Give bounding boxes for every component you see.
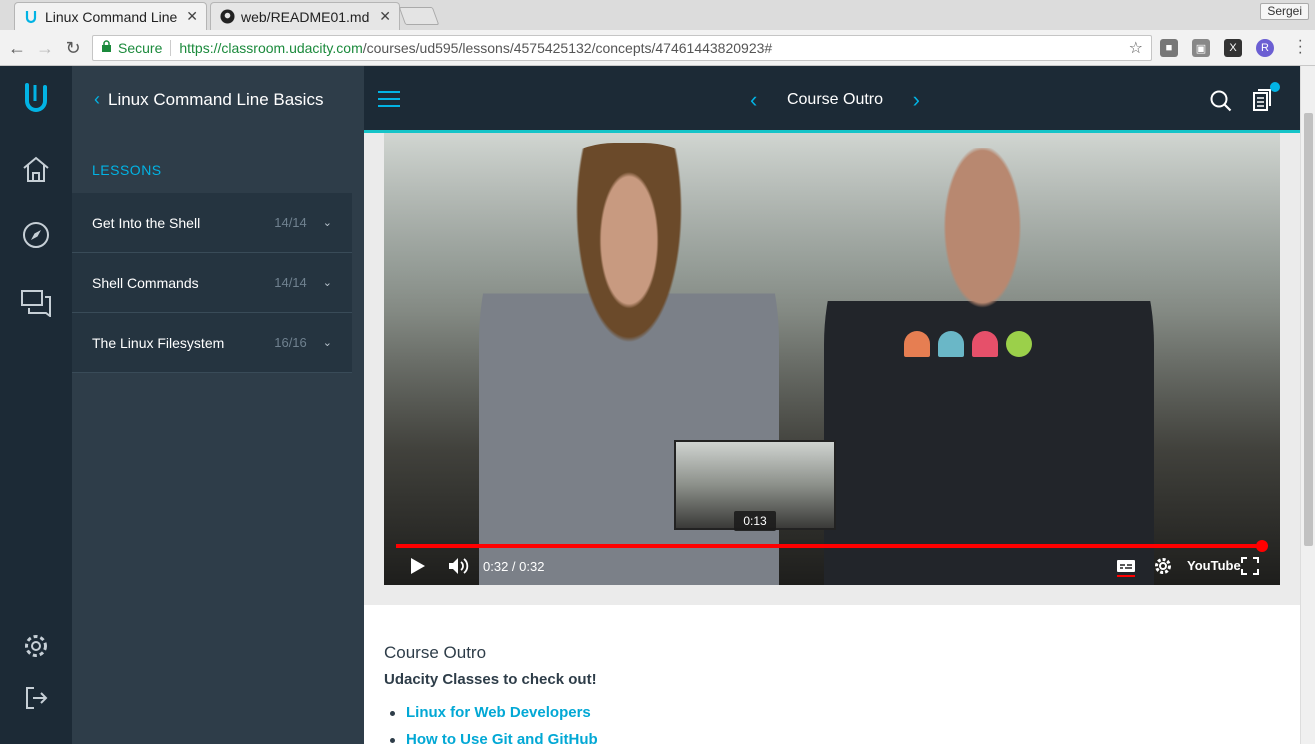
icon-rail <box>0 66 72 744</box>
lesson-name: The Linux Filesystem <box>92 334 225 351</box>
progress-fill <box>396 544 1262 548</box>
concept-topbar: ‹ Course Outro › <box>364 66 1300 133</box>
video-person-right <box>824 148 1154 585</box>
divider <box>170 40 172 56</box>
browser-toolbar: ← → ↻ Secure https:// classroom.udacity.… <box>0 30 1315 66</box>
lessons-sidebar: ‹ Linux Command Line Basics LESSONS Get … <box>72 66 364 744</box>
notification-badge <box>1270 82 1280 92</box>
tab-title: web/README01.md <box>241 8 370 25</box>
browser-tabbar: Linux Command Line ✕ web/README01.md ✕ S… <box>0 0 1315 30</box>
chat-icon[interactable] <box>19 286 53 320</box>
chevron-down-icon[interactable]: ⌄ <box>323 216 332 229</box>
settings-gear-icon[interactable] <box>19 629 53 663</box>
lesson-name: Get Into the Shell <box>92 214 201 231</box>
github-icon <box>219 9 235 25</box>
lesson-item[interactable]: Get Into the Shell 14/14 ⌄ <box>72 193 352 253</box>
concept-title: Course Outro <box>786 91 884 108</box>
chevron-down-icon[interactable]: ⌄ <box>323 276 332 289</box>
lesson-name: Shell Commands <box>92 274 199 291</box>
close-icon[interactable]: ✕ <box>186 8 198 25</box>
lesson-progress: 14/14 <box>274 275 307 290</box>
seek-preview-time: 0:13 <box>734 511 776 531</box>
lessons-heading: LESSONS <box>92 162 162 178</box>
browser-menu-icon[interactable]: · · · <box>1298 33 1303 61</box>
shirt-graphic <box>904 331 1032 357</box>
url-path: /courses/ud595/lessons/4575425132/concep… <box>362 40 773 56</box>
bookmark-star-icon[interactable]: ☆ <box>1129 38 1143 58</box>
main-content: ‹ Course Outro › 0:13 0:32 / 0:32 YouTub… <box>364 66 1300 744</box>
video-player[interactable]: 0:13 0:32 / 0:32 YouTube <box>384 133 1280 585</box>
profile-button[interactable]: Sergei <box>1260 3 1309 20</box>
lesson-progress: 16/16 <box>274 335 307 350</box>
extension-r-icon[interactable]: R <box>1256 39 1274 57</box>
chevron-left-icon: ‹ <box>94 89 100 109</box>
secure-label: Secure <box>118 40 163 56</box>
settings-icon[interactable] <box>1154 557 1172 575</box>
video-section: 0:13 0:32 / 0:32 YouTube <box>364 133 1300 605</box>
extension-pocket-icon[interactable]: ■ <box>1160 39 1178 57</box>
browser-tab-linux[interactable]: Linux Command Line ✕ <box>14 2 207 30</box>
logout-icon[interactable] <box>19 681 53 715</box>
scrollbar-thumb[interactable] <box>1304 113 1313 546</box>
chevron-down-icon[interactable]: ⌄ <box>323 336 332 349</box>
video-progress-bar[interactable] <box>396 540 1268 552</box>
menu-hamburger-icon[interactable] <box>378 91 400 107</box>
udacity-icon <box>23 9 39 25</box>
next-concept-icon[interactable]: › <box>913 87 920 113</box>
extension-cast-icon[interactable]: ▣ <box>1192 39 1210 57</box>
volume-icon[interactable] <box>448 557 470 575</box>
url-scheme: https:// <box>179 40 222 56</box>
course-back-link[interactable]: ‹ Linux Command Line Basics <box>72 66 364 133</box>
reload-icon[interactable]: ↻ <box>62 37 84 59</box>
search-icon[interactable] <box>1210 90 1232 117</box>
lock-icon <box>101 40 112 56</box>
back-icon[interactable]: ← <box>6 37 28 59</box>
extension-x-icon[interactable]: X <box>1224 39 1242 57</box>
compass-icon[interactable] <box>19 218 53 252</box>
udacity-classroom: ‹ Linux Command Line Basics LESSONS Get … <box>0 66 1315 744</box>
concept-subheading: Udacity Classes to check out! <box>384 671 597 688</box>
captions-icon[interactable] <box>1116 557 1136 577</box>
youtube-logo-icon[interactable]: YouTube <box>1187 558 1241 573</box>
home-icon[interactable] <box>19 152 53 186</box>
play-icon[interactable] <box>410 557 426 575</box>
address-bar[interactable]: Secure https:// classroom.udacity.com /c… <box>92 35 1152 61</box>
close-icon[interactable]: ✕ <box>379 8 391 25</box>
tab-title: Linux Command Line <box>45 8 178 25</box>
recommended-classes-list: Linux for Web Developers How to Use Git … <box>384 704 1264 744</box>
lesson-item[interactable]: Shell Commands 14/14 ⌄ <box>72 253 352 313</box>
concept-body: Course Outro Udacity Classes to check ou… <box>384 643 1264 744</box>
concept-heading: Course Outro <box>384 643 487 662</box>
class-link[interactable]: Linux for Web Developers <box>390 704 1264 721</box>
browser-tab-readme[interactable]: web/README01.md ✕ <box>210 2 400 30</box>
class-link[interactable]: How to Use Git and GitHub <box>390 731 1264 744</box>
lesson-item[interactable]: The Linux Filesystem 16/16 ⌄ <box>72 313 352 373</box>
url-host: classroom.udacity.com <box>221 40 363 56</box>
video-time: 0:32 / 0:32 <box>483 559 545 574</box>
fullscreen-icon[interactable] <box>1241 557 1259 575</box>
previous-concept-icon[interactable]: ‹ <box>750 87 757 113</box>
concept-navigator: ‹ Course Outro › <box>750 86 920 114</box>
new-tab-button[interactable] <box>398 7 440 25</box>
video-controls: 0:32 / 0:32 YouTube <box>384 549 1280 585</box>
resources-icon[interactable] <box>1252 88 1272 117</box>
lesson-list: Get Into the Shell 14/14 ⌄ Shell Command… <box>72 193 352 373</box>
udacity-logo-icon[interactable] <box>19 82 53 116</box>
secure-indicator[interactable]: Secure <box>101 40 162 56</box>
forward-icon[interactable]: → <box>34 37 56 59</box>
page-scrollbar[interactable] <box>1300 66 1315 744</box>
course-title: Linux Command Line Basics <box>108 89 324 109</box>
lesson-progress: 14/14 <box>274 215 307 230</box>
